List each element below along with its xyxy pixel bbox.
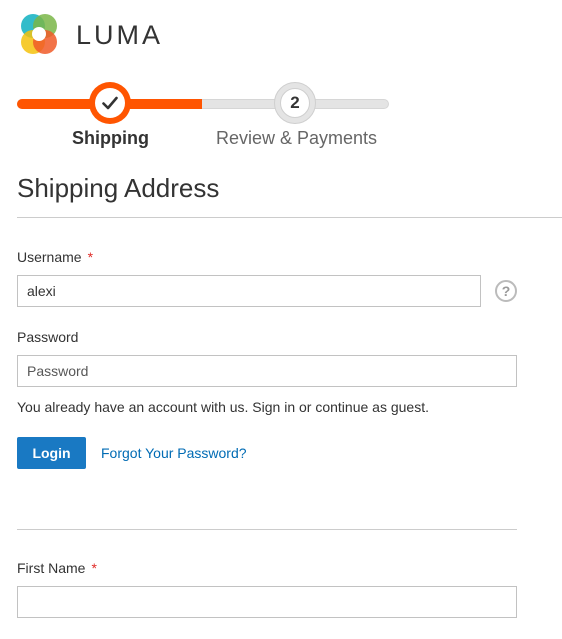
username-label-text: Username: [17, 249, 82, 265]
page-title: Shipping Address: [17, 173, 220, 203]
password-label: Password: [17, 329, 79, 345]
step-number: 2: [280, 88, 310, 118]
title-divider: [17, 217, 562, 218]
username-label: Username *: [17, 249, 93, 265]
login-button[interactable]: Login: [17, 437, 86, 469]
step-shipping-label[interactable]: Shipping: [72, 128, 149, 149]
username-input[interactable]: [17, 275, 481, 307]
password-input[interactable]: [17, 355, 517, 387]
forgot-password-link[interactable]: Forgot Your Password?: [101, 445, 247, 461]
first-name-label: First Name *: [17, 560, 97, 576]
first-name-label-text: First Name: [17, 560, 86, 576]
step-shipping-indicator[interactable]: [89, 82, 131, 124]
step-review-indicator[interactable]: 2: [274, 82, 316, 124]
luma-logo-icon: [21, 14, 57, 54]
required-marker: *: [91, 560, 97, 576]
first-name-input[interactable]: [17, 586, 517, 618]
check-icon: [102, 96, 118, 110]
section-divider: [17, 529, 517, 530]
required-marker: *: [87, 249, 94, 265]
luma-logo[interactable]: LUMA: [16, 12, 163, 58]
checkout-progress-bar: 2 Shipping Review & Payments: [17, 80, 389, 152]
step-review-label[interactable]: Review & Payments: [216, 128, 377, 149]
brand-name: LUMA: [76, 20, 164, 50]
help-icon[interactable]: ?: [495, 280, 517, 302]
account-note: You already have an account with us. Sig…: [17, 399, 429, 415]
